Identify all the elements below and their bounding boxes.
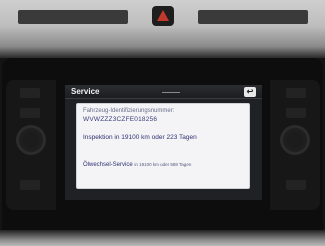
hardware-button[interactable] bbox=[20, 108, 40, 118]
hardware-button[interactable] bbox=[20, 180, 40, 190]
hazard-button[interactable] bbox=[152, 6, 174, 26]
hazard-warning-icon bbox=[157, 10, 169, 21]
header-indicator bbox=[162, 92, 180, 93]
oil-service-detail: in 19100 km oder 588 Tagen bbox=[134, 162, 192, 167]
air-vent bbox=[198, 10, 308, 24]
oil-service-label: Ölwechsel-Service bbox=[83, 162, 133, 168]
service-info-card: Fahrzeug-Identifizierungsnummer: WVWZZZ3… bbox=[76, 103, 250, 189]
hardware-button[interactable] bbox=[286, 88, 306, 98]
page-title: Service bbox=[71, 87, 100, 96]
vin-label: Fahrzeug-Identifizierungsnummer: bbox=[83, 108, 175, 114]
inspection-due: Inspektion in 19100 km oder 223 Tagen bbox=[83, 134, 197, 141]
hardware-button[interactable] bbox=[286, 108, 306, 118]
tuning-knob[interactable] bbox=[280, 125, 310, 155]
oil-service-due: Ölwechsel-Service in 19100 km oder 588 T… bbox=[83, 162, 191, 168]
back-button[interactable]: ↩ bbox=[244, 87, 256, 97]
air-vent bbox=[18, 10, 128, 24]
hardware-button[interactable] bbox=[286, 180, 306, 190]
vin-value: WVWZZZ3CZFE018256 bbox=[83, 116, 158, 123]
back-arrow-icon: ↩ bbox=[246, 87, 254, 96]
hardware-button[interactable] bbox=[20, 88, 40, 98]
dashboard-top bbox=[0, 0, 325, 58]
infotainment-screen: Service ↩ Fahrzeug-Identifizierungsnumme… bbox=[65, 85, 262, 200]
screen-header: Service ↩ bbox=[65, 85, 262, 99]
volume-knob[interactable] bbox=[16, 125, 46, 155]
center-console bbox=[0, 230, 325, 246]
